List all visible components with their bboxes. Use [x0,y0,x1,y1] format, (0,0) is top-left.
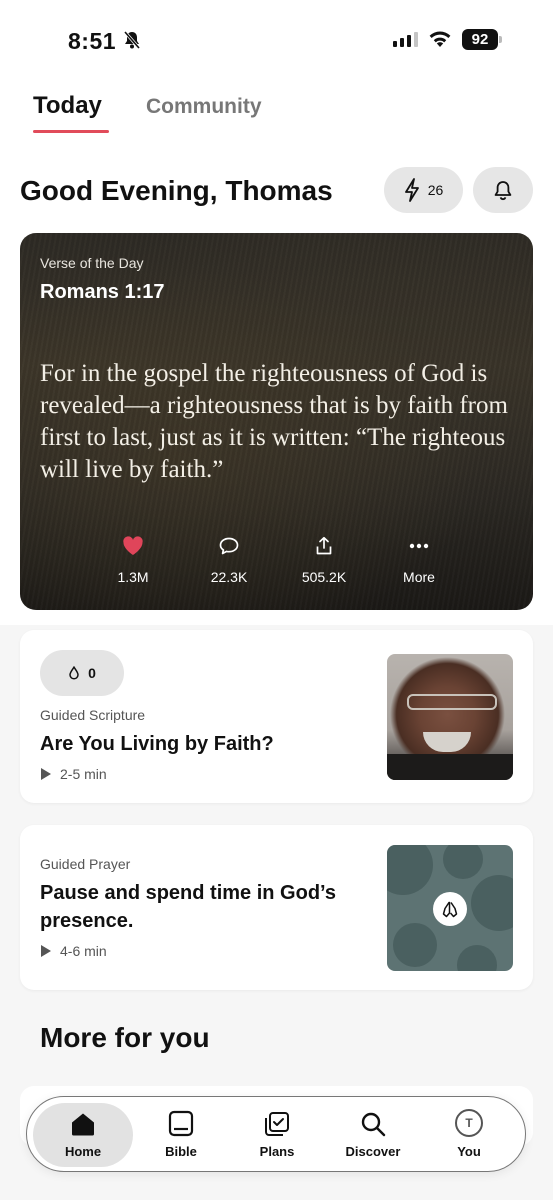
tabbar-discover-label: Discover [345,1144,401,1159]
search-icon [361,1112,386,1137]
thumbnail-detail [423,732,471,752]
thumbnail-detail [457,945,497,971]
duration-text: 2-5 min [60,766,107,782]
tabbar-you[interactable]: T You [419,1103,519,1167]
heart-icon [123,536,143,555]
battery-nub [499,36,502,43]
guided-scripture-card[interactable]: 0 Guided Scripture Are You Living by Fai… [20,630,533,803]
thumbnail-detail [387,754,513,780]
tab-today[interactable]: Today [33,92,102,120]
drop-icon [69,666,79,680]
share-icon [316,536,332,555]
like-button[interactable]: 1.3M [93,533,173,585]
verse-of-the-day-card[interactable]: Verse of the Day Romans 1:17 For in the … [20,233,533,610]
bell-off-icon [123,31,141,49]
praying-hands-glyph [442,901,458,918]
top-tabs: Today Community [0,80,553,165]
drop-count: 0 [88,665,96,681]
like-count: 1.3M [117,569,149,585]
greeting-title: Good Evening, Thomas [20,175,333,206]
more-for-you-heading: More for you [40,1022,210,1053]
battery-indicator: 92 [462,29,498,50]
thumbnail-detail [387,845,433,895]
tabbar-home-label: Home [64,1144,102,1159]
prayer-thumbnail [387,845,513,971]
thumbnail-detail [407,694,497,710]
thumbnail-detail [393,923,437,967]
tabbar-bible-label: Bible [165,1144,197,1159]
comment-button[interactable]: 22.3K [189,533,269,585]
cellular-signal-icon [393,32,418,47]
tabbar-home[interactable]: Home [33,1103,133,1167]
play-icon [41,768,51,780]
plans-icon [265,1112,289,1136]
active-tab-indicator [33,130,109,133]
verse-actions: 1.3M 22.3K 505.2K More [20,533,533,593]
guided-scripture-duration: 2-5 min [40,766,107,782]
verse-label: Verse of the Day [40,255,144,271]
bible-icon [168,1110,194,1137]
praying-hands-icon [433,892,467,926]
avatar-icon: T [455,1109,483,1137]
tabbar-bible[interactable]: Bible [131,1103,231,1167]
comment-icon [219,537,239,555]
guided-prayer-card[interactable]: Guided Prayer Pause and spend time in Go… [20,825,533,990]
wifi-icon [429,31,451,47]
tabbar-discover[interactable]: Discover [323,1103,423,1167]
bolt-icon [404,178,419,202]
more-button[interactable]: More [379,533,459,585]
thumbnail-detail [443,845,483,879]
play-icon [41,945,51,957]
comment-count: 22.3K [210,569,248,585]
share-button[interactable]: 505.2K [284,533,364,585]
thumbnail-detail [471,875,513,931]
streak-count: 26 [427,182,444,198]
tabbar-plans-label: Plans [259,1144,295,1159]
bell-icon [494,181,512,201]
greeting-row: Good Evening, Thomas 26 [0,165,553,225]
tabbar-you-label: You [457,1144,481,1159]
more-icon [409,543,429,549]
more-label: More [403,569,435,585]
guided-prayer-label: Guided Prayer [40,856,131,872]
verse-text: For in the gospel the righteousness of G… [40,360,508,483]
scripture-thumbnail [387,654,513,780]
guided-scripture-label: Guided Scripture [40,707,146,723]
share-count: 505.2K [301,569,347,585]
bottom-tab-bar: Home Bible Plans Discover T You [26,1096,526,1172]
status-time: 8:51 [68,28,117,54]
guided-prayer-duration: 4-6 min [40,943,107,959]
duration-text: 4-6 min [60,943,107,959]
guided-scripture-title: Are You Living by Faith? [40,733,274,755]
home-icon [72,1113,94,1136]
tabbar-plans[interactable]: Plans [227,1103,327,1167]
verse-reference[interactable]: Romans 1:17 [40,281,165,304]
streak-button[interactable]: 26 [384,167,463,213]
drop-count-pill[interactable]: 0 [40,650,124,696]
status-bar: 8:51 92 [0,0,553,80]
tab-community[interactable]: Community [146,95,262,119]
guided-prayer-title: Pause and spend time in God’s presence. [40,882,336,932]
notifications-button[interactable] [473,167,533,213]
